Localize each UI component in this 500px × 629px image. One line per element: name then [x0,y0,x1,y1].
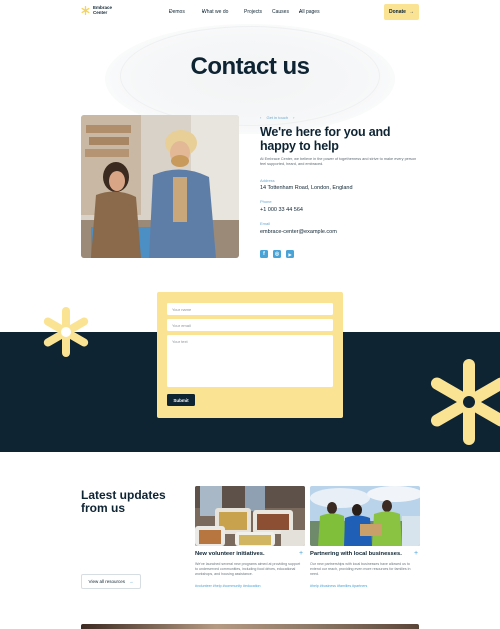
nav-item-causes[interactable]: Causes [272,9,289,15]
submit-button[interactable]: Submit [167,394,195,406]
donate-button[interactable]: Donate → [384,4,419,20]
donate-label: Donate [389,9,406,15]
post-image-food[interactable] [195,486,305,546]
nav-item-all-pages[interactable]: All pages ▾ [299,9,320,15]
plus-icon[interactable]: + [414,550,418,557]
contact-headline: We're here for you and happy to help [260,125,391,153]
post-tags[interactable]: #volunteer #help #community #education [195,584,305,588]
logo[interactable]: Embrace Center [81,5,119,16]
phone-label: Phone [260,199,272,204]
arrow-right-icon: → [128,579,134,584]
nav-item-what-we-do[interactable]: What we do ▾ [202,9,228,15]
contact-intro: At Embrace Center, we believe in the pow… [260,157,417,166]
email-field[interactable]: Your email [167,319,333,331]
volunteers-photo [81,115,239,258]
arrow-right-icon: → [408,9,414,15]
email-value[interactable]: embrace-center@example.com [260,229,337,235]
post-tags[interactable]: #help #business #families #partners [310,584,420,588]
youtube-icon[interactable]: ▶ [286,250,294,258]
nav-label: What we do [202,9,229,15]
address-value: 14 Tottenham Road, London, England [260,185,353,191]
nav-item-demos[interactable]: Demos ▾ [169,9,185,15]
social-links: f ◎ ▶ [260,250,294,258]
nav-item-projects[interactable]: Projects [244,9,262,15]
asterisk-decoration-icon [424,359,500,445]
post-description: We've launched several new programs aime… [195,562,301,576]
asterisk-logo-icon [81,6,90,16]
chevron-left-icon: ‹ [260,115,262,120]
nav-label: Demos [169,9,185,15]
address-label: Address [260,178,275,183]
message-textarea[interactable]: Your text [167,335,333,387]
facebook-icon[interactable]: f [260,250,268,258]
contact-form: Your name Your email Your text Submit [157,292,343,418]
next-section-image [81,624,419,629]
phone-value[interactable]: +1 000 33 44 564 [260,207,303,213]
asterisk-decoration-icon [43,307,89,357]
name-field[interactable]: Your name [167,303,333,315]
post-image-volunteers[interactable] [310,486,420,546]
view-all-label: View all resources [88,579,125,584]
updates-title: Latest updates from us [81,488,166,515]
eyebrow-text: Get in touch [266,115,289,120]
plus-icon[interactable]: + [299,550,303,557]
nav-label: All pages [299,9,320,15]
email-label: Email [260,221,271,226]
post-description: Our new partnerships with local business… [310,562,411,576]
page-title: Contact us [190,53,310,80]
view-all-button[interactable]: View all resources → [81,574,141,589]
instagram-icon[interactable]: ◎ [273,250,281,258]
chevron-right-icon: › [293,115,295,120]
eyebrow-label: ‹ Get in touch › [260,115,295,120]
logo-text: Embrace Center [93,5,113,15]
post-title[interactable]: New volunteer initiatives. [195,551,295,557]
post-title[interactable]: Partnering with local businesses. [310,551,410,557]
site-header: Embrace Center Demos ▾ What we do ▾ Proj… [0,0,500,24]
